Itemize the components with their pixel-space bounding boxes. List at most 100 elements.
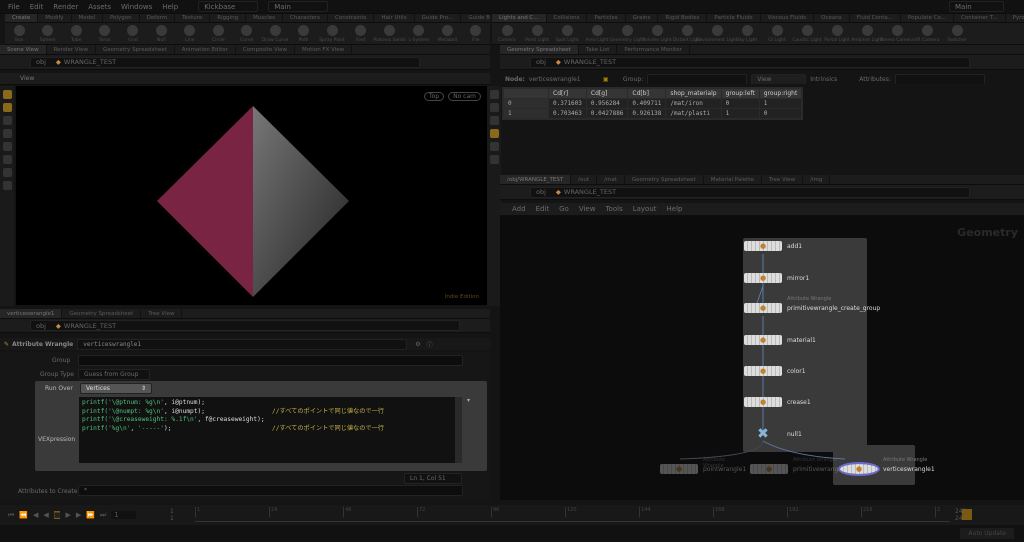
attrs-to-create-field[interactable]: * (78, 485, 463, 496)
main-select[interactable]: Main (268, 1, 329, 12)
shelf-tool[interactable]: Spray Paint (318, 24, 346, 43)
param-path-field[interactable]: obj ◆ WRANGLE_TEST (30, 320, 460, 331)
tab-6[interactable]: Viscous Fluids (761, 14, 815, 22)
shelf-tool[interactable]: Portal Light (822, 24, 852, 43)
node-name-field[interactable]: verticeswrangle1 (77, 338, 408, 350)
tab-2[interactable]: Performance Monitor (617, 45, 690, 54)
column-header[interactable]: shop_materialp (665, 88, 722, 99)
network-menu-item[interactable]: Tools (605, 205, 622, 213)
shelf-tool[interactable]: Point Light (522, 24, 552, 43)
tab-5[interactable]: Particle Fluids (707, 14, 761, 22)
tab-0[interactable]: /obj/WRANGLE_TEST (500, 175, 572, 184)
camera-menu-nocam[interactable]: No cam (448, 92, 481, 101)
node-mirror1[interactable]: ● mirror1 (744, 273, 809, 283)
menu-help[interactable]: Help (162, 3, 178, 11)
range-start[interactable]: 1 (170, 508, 174, 515)
tab-4[interactable]: Composite View (236, 45, 296, 54)
play-reverse-icon[interactable]: ◀ (43, 511, 48, 519)
vex-editor[interactable]: printf('\@ptnum: %g\n', i@ptnum); printf(… (79, 397, 459, 463)
network-editor[interactable]: Geometry ● add1 ● mirror1 ● Attribute Wrangle… (500, 216, 1024, 500)
shelf-tool[interactable]: Tube (62, 24, 90, 43)
tool-icon[interactable] (2, 129, 12, 138)
desktop-select[interactable]: Kickbase (198, 1, 259, 12)
tab-1[interactable]: Modify (38, 14, 72, 22)
shelf-tool[interactable]: Ambient Light (851, 24, 883, 43)
menu-render[interactable]: Render (53, 3, 78, 11)
tab-5[interactable]: Motion FX View (295, 45, 353, 54)
display-icon[interactable] (489, 142, 499, 151)
tab-11[interactable]: Guide Pro... (415, 14, 462, 22)
shelf-tool[interactable]: Metaball (433, 24, 461, 43)
display-icon[interactable] (489, 103, 499, 112)
go-start-icon[interactable]: ⏮ (8, 511, 14, 520)
shelf-tool[interactable]: File (462, 24, 490, 43)
shelf-tool[interactable]: Font (346, 24, 374, 43)
tool-icon[interactable] (2, 181, 12, 190)
tab-2[interactable]: Particles (587, 14, 626, 22)
realtime-icon[interactable] (962, 509, 972, 520)
spreadsheet-path-field[interactable]: obj ◆ WRANGLE_TEST (530, 56, 970, 68)
tab-0[interactable]: verticeswrangle1 (0, 309, 63, 318)
shelf-tool[interactable]: Circle (204, 24, 232, 43)
tab-4[interactable]: Deform (140, 14, 176, 22)
shelf-tool[interactable]: Torus (90, 24, 118, 43)
menu-edit[interactable]: Edit (30, 3, 44, 11)
column-header[interactable] (503, 88, 549, 99)
tab-2[interactable]: /mat (597, 175, 625, 184)
desktop-right-select[interactable]: Main (949, 1, 1004, 12)
menu-windows[interactable]: Windows (121, 3, 152, 11)
tab-9[interactable]: Constraints (328, 14, 375, 22)
timeline-ruler[interactable]: 1 24 48 72 96 120 144 168 192 216 2 (195, 507, 950, 522)
tab-1[interactable]: Take List (579, 45, 618, 54)
node-color1[interactable]: ● color1 (744, 366, 806, 376)
network-menu-item[interactable]: Help (667, 205, 683, 213)
shelf-tool[interactable]: VR Camera (912, 24, 942, 43)
node-null1[interactable]: ✖ null1 (744, 427, 802, 441)
tab-3[interactable]: Grains (626, 14, 659, 22)
shelf-tool[interactable]: Environment Light (696, 24, 738, 43)
shelf-tool[interactable]: Area Light (582, 24, 612, 43)
shelf-tool[interactable]: Volume Light (642, 24, 672, 43)
tab-2[interactable]: Geometry Spreadsheet (96, 45, 175, 54)
tab-0[interactable]: Create (5, 14, 39, 22)
node-add1[interactable]: ● add1 (744, 241, 802, 251)
tab-6[interactable]: Rigging (210, 14, 247, 22)
tab-8[interactable]: Characters (283, 14, 329, 22)
tab-3[interactable]: Polygon (103, 14, 140, 22)
shelf-tool[interactable]: L-System (405, 24, 433, 43)
tool-icon[interactable] (2, 142, 12, 151)
tab-12[interactable]: Guide Bru... (461, 14, 490, 22)
select-tool-icon[interactable] (2, 90, 12, 99)
view-select[interactable]: View (751, 74, 807, 84)
shelf-tool[interactable]: Sphere (33, 24, 61, 43)
tab-3[interactable]: Animation Editor (175, 45, 236, 54)
menu-assets[interactable]: Assets (88, 3, 111, 11)
tab-8[interactable]: Fluid Conta... (850, 14, 902, 22)
shelf-tool[interactable]: Path (289, 24, 317, 43)
path-field[interactable]: obj ◆ WRANGLE_TEST (30, 56, 420, 68)
tab-11[interactable]: Pyro FX (1006, 14, 1024, 22)
network-menu-item[interactable]: Edit (536, 205, 550, 213)
node-primitivewrangle1[interactable]: ● Attribute Wrangle primitivewrangle1 (750, 457, 848, 474)
vex-scrollbar[interactable] (455, 397, 462, 463)
tab-5[interactable]: Texture (175, 14, 211, 22)
tab-1[interactable]: /out (571, 175, 598, 184)
tab-0[interactable]: Scene View (0, 45, 47, 54)
shelf-tool[interactable]: Line (176, 24, 204, 43)
tab-7[interactable]: Muscles (246, 14, 283, 22)
tab-1[interactable]: Collisions (547, 14, 588, 22)
tab-10[interactable]: Container T... (954, 14, 1006, 22)
viewport[interactable]: Top No cam Indie Edition (16, 86, 487, 305)
display-icon[interactable] (489, 90, 499, 99)
vex-menu-icon[interactable]: ▾ (467, 397, 470, 404)
column-header[interactable]: Cd[b] (627, 88, 667, 99)
network-menu-item[interactable]: Add (512, 205, 526, 213)
step-fwd-icon[interactable]: ▶︎ (76, 511, 81, 519)
shelf-tool[interactable]: Draw Curve (261, 24, 289, 43)
tab-2[interactable]: Model (72, 14, 104, 22)
node-primitivewrangle_create_group[interactable]: ● Attribute Wrangle primitivewrangle_creat… (744, 296, 880, 313)
shelf-tool[interactable]: Geometry Light (609, 24, 645, 43)
tool-icon[interactable] (2, 168, 12, 177)
group-field[interactable] (78, 355, 463, 366)
geometry-type-icon[interactable]: ▣ (603, 76, 619, 83)
